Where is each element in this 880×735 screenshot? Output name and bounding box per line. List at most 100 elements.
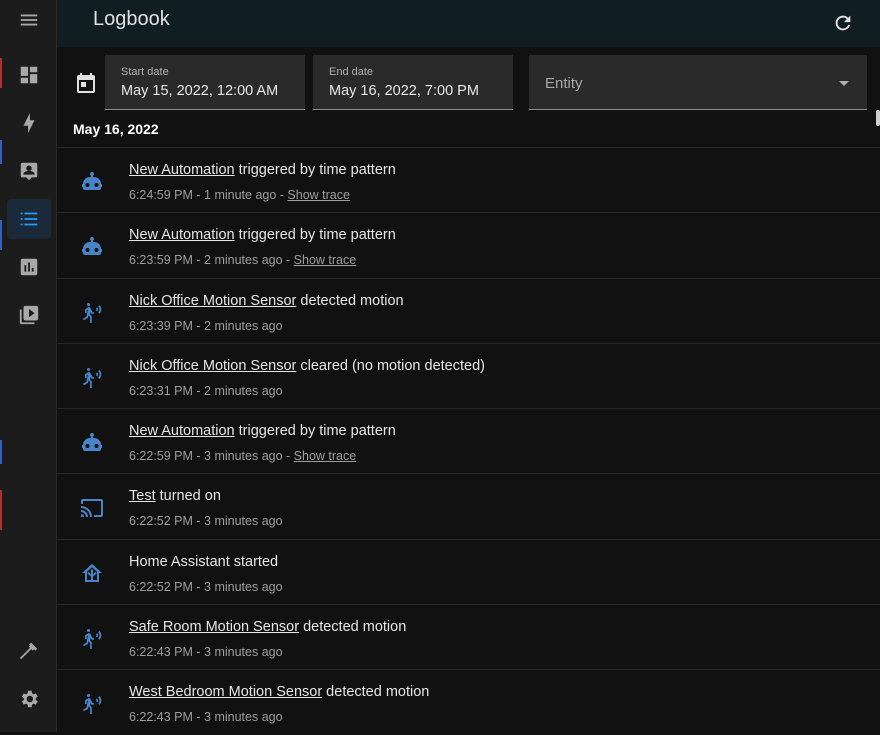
- motion-sensor-icon: [79, 365, 105, 391]
- entity-link[interactable]: New Automation: [129, 423, 235, 439]
- entry-message: New Automation triggered by time pattern: [129, 423, 396, 439]
- start-date-label: Start date: [121, 66, 169, 78]
- robot-icon: [79, 169, 105, 195]
- entity-link[interactable]: Nick Office Motion Sensor: [129, 293, 296, 309]
- entity-link[interactable]: Safe Room Motion Sensor: [129, 619, 299, 635]
- show-trace-link[interactable]: Show trace: [294, 449, 357, 463]
- start-date-value: May 15, 2022, 12:00 AM: [121, 83, 279, 99]
- timestamp-text: 6:22:43 PM - 3 minutes ago: [129, 645, 283, 660]
- end-date-field[interactable]: End date May 16, 2022, 7:00 PM: [313, 55, 513, 110]
- entry-timestamp: 6:23:59 PM - 2 minutes ago - Show trace: [129, 253, 356, 267]
- entry-message: Test turned on: [129, 488, 221, 504]
- hammer-icon: [19, 642, 38, 660]
- message-text: triggered by time pattern: [234, 227, 396, 244]
- filter-bar: Start date May 15, 2022, 12:00 AM End da…: [57, 47, 880, 117]
- entry-message: Nick Office Motion Sensor cleared (no mo…: [129, 358, 485, 374]
- list-icon: [20, 212, 38, 226]
- sidebar-item-map[interactable]: [7, 151, 51, 191]
- sidebar-item-settings[interactable]: [7, 679, 51, 719]
- entry-timestamp: 6:22:59 PM - 3 minutes ago - Show trace: [129, 449, 356, 463]
- logbook-entry: Home Assistant started 6:22:52 PM - 3 min…: [57, 538, 880, 604]
- motion-sensor-icon: [79, 691, 105, 717]
- entry-message: New Automation triggered by time pattern: [129, 162, 396, 178]
- edge-accent: [0, 220, 2, 250]
- entry-message: Safe Room Motion Sensor detected motion: [129, 619, 406, 635]
- logbook-entry: Nick Office Motion Sensor cleared (no mo…: [57, 342, 880, 408]
- calendar-button[interactable]: [74, 71, 98, 95]
- sidebar-item-developer-tools[interactable]: [7, 631, 51, 671]
- entry-message: West Bedroom Motion Sensor detected moti…: [129, 684, 429, 700]
- robot-icon: [79, 234, 105, 260]
- account-box-icon: [20, 162, 38, 181]
- message-text: triggered by time pattern: [234, 423, 396, 440]
- logbook-entry: West Bedroom Motion Sensor detected moti…: [57, 669, 880, 734]
- timestamp-text: 6:23:31 PM - 2 minutes ago: [129, 383, 283, 398]
- edge-accent: [0, 440, 2, 464]
- edge-accent: [0, 490, 2, 530]
- entry-message: New Automation triggered by time pattern: [129, 227, 396, 243]
- logbook-entry: New Automation triggered by time pattern…: [57, 147, 880, 212]
- entry-timestamp: 6:22:52 PM - 3 minutes ago: [129, 514, 283, 528]
- show-trace-link[interactable]: Show trace: [294, 253, 357, 267]
- separator: -: [276, 188, 288, 202]
- logbook-entry: Test turned on 6:22:52 PM - 3 minutes ago: [57, 473, 880, 538]
- entity-picker[interactable]: Entity: [529, 55, 867, 110]
- edge-accent: [0, 140, 2, 164]
- message-text: detected motion: [296, 292, 404, 309]
- sidebar-item-energy[interactable]: [7, 103, 51, 143]
- cog-icon: [21, 690, 38, 708]
- top-app-bar: Logbook: [57, 0, 880, 47]
- start-date-field[interactable]: Start date May 15, 2022, 12:00 AM: [105, 55, 305, 110]
- sidebar-item-overview[interactable]: [7, 55, 51, 95]
- scrollbar[interactable]: [876, 110, 880, 126]
- sidebar-item-history[interactable]: [7, 247, 51, 287]
- end-date-value: May 16, 2022, 7:00 PM: [329, 83, 479, 99]
- sidebar-item-logbook[interactable]: [7, 199, 51, 239]
- timestamp-text: 6:22:43 PM - 3 minutes ago: [129, 710, 283, 725]
- entry-message: Home Assistant started: [129, 554, 278, 570]
- edge-accent: [0, 58, 2, 88]
- entry-timestamp: 6:22:43 PM - 3 minutes ago: [129, 645, 283, 659]
- message-text: detected motion: [322, 684, 430, 701]
- timestamp-text: 6:22:52 PM - 3 minutes ago: [129, 514, 283, 529]
- entry-timestamp: 6:24:59 PM - 1 minute ago - Show trace: [129, 188, 350, 202]
- entity-link[interactable]: Test: [129, 488, 156, 504]
- entry-timestamp: 6:22:52 PM - 3 minutes ago: [129, 580, 283, 594]
- entity-link[interactable]: Nick Office Motion Sensor: [129, 358, 296, 374]
- page-title: Logbook: [93, 8, 170, 30]
- show-trace-link[interactable]: Show trace: [287, 188, 350, 202]
- message-text: cleared (no motion detected): [296, 357, 485, 374]
- separator: -: [282, 253, 294, 268]
- sidebar-item-media[interactable]: [7, 295, 51, 335]
- entry-timestamp: 6:22:43 PM - 3 minutes ago: [129, 710, 283, 724]
- motion-sensor-icon: [79, 300, 105, 326]
- chart-bar-icon: [20, 258, 38, 276]
- play-box-icon: [19, 305, 39, 325]
- message-text: Home Assistant started: [129, 553, 279, 570]
- timestamp-text: 6:22:59 PM - 3 minutes ago: [129, 449, 283, 464]
- entity-link[interactable]: New Automation: [129, 162, 235, 178]
- menu-icon: [20, 14, 38, 26]
- calendar-icon: [77, 73, 95, 93]
- refresh-button[interactable]: [828, 8, 858, 38]
- end-date-label: End date: [329, 66, 374, 78]
- entity-link[interactable]: West Bedroom Motion Sensor: [129, 684, 322, 700]
- sidebar: [0, 0, 57, 732]
- menu-button[interactable]: [7, 0, 51, 40]
- message-text: turned on: [155, 488, 221, 505]
- logbook-list: New Automation triggered by time pattern…: [57, 147, 880, 735]
- logbook-entry: New Automation triggered by time pattern…: [57, 212, 880, 277]
- timestamp-text: 6:22:52 PM - 3 minutes ago: [129, 579, 283, 594]
- dashboard-icon: [20, 66, 38, 84]
- message-text: triggered by time pattern: [234, 162, 396, 178]
- separator: -: [282, 449, 294, 464]
- logbook-entry: Nick Office Motion Sensor detected motio…: [57, 277, 880, 343]
- cast-icon: [79, 495, 105, 521]
- message-text: detected motion: [299, 619, 407, 636]
- entity-placeholder: Entity: [545, 75, 583, 92]
- robot-icon: [79, 430, 105, 456]
- entry-message: Nick Office Motion Sensor detected motio…: [129, 293, 404, 309]
- chevron-down-icon[interactable]: [839, 81, 849, 86]
- lightning-icon: [23, 112, 35, 134]
- entity-link[interactable]: New Automation: [129, 227, 235, 243]
